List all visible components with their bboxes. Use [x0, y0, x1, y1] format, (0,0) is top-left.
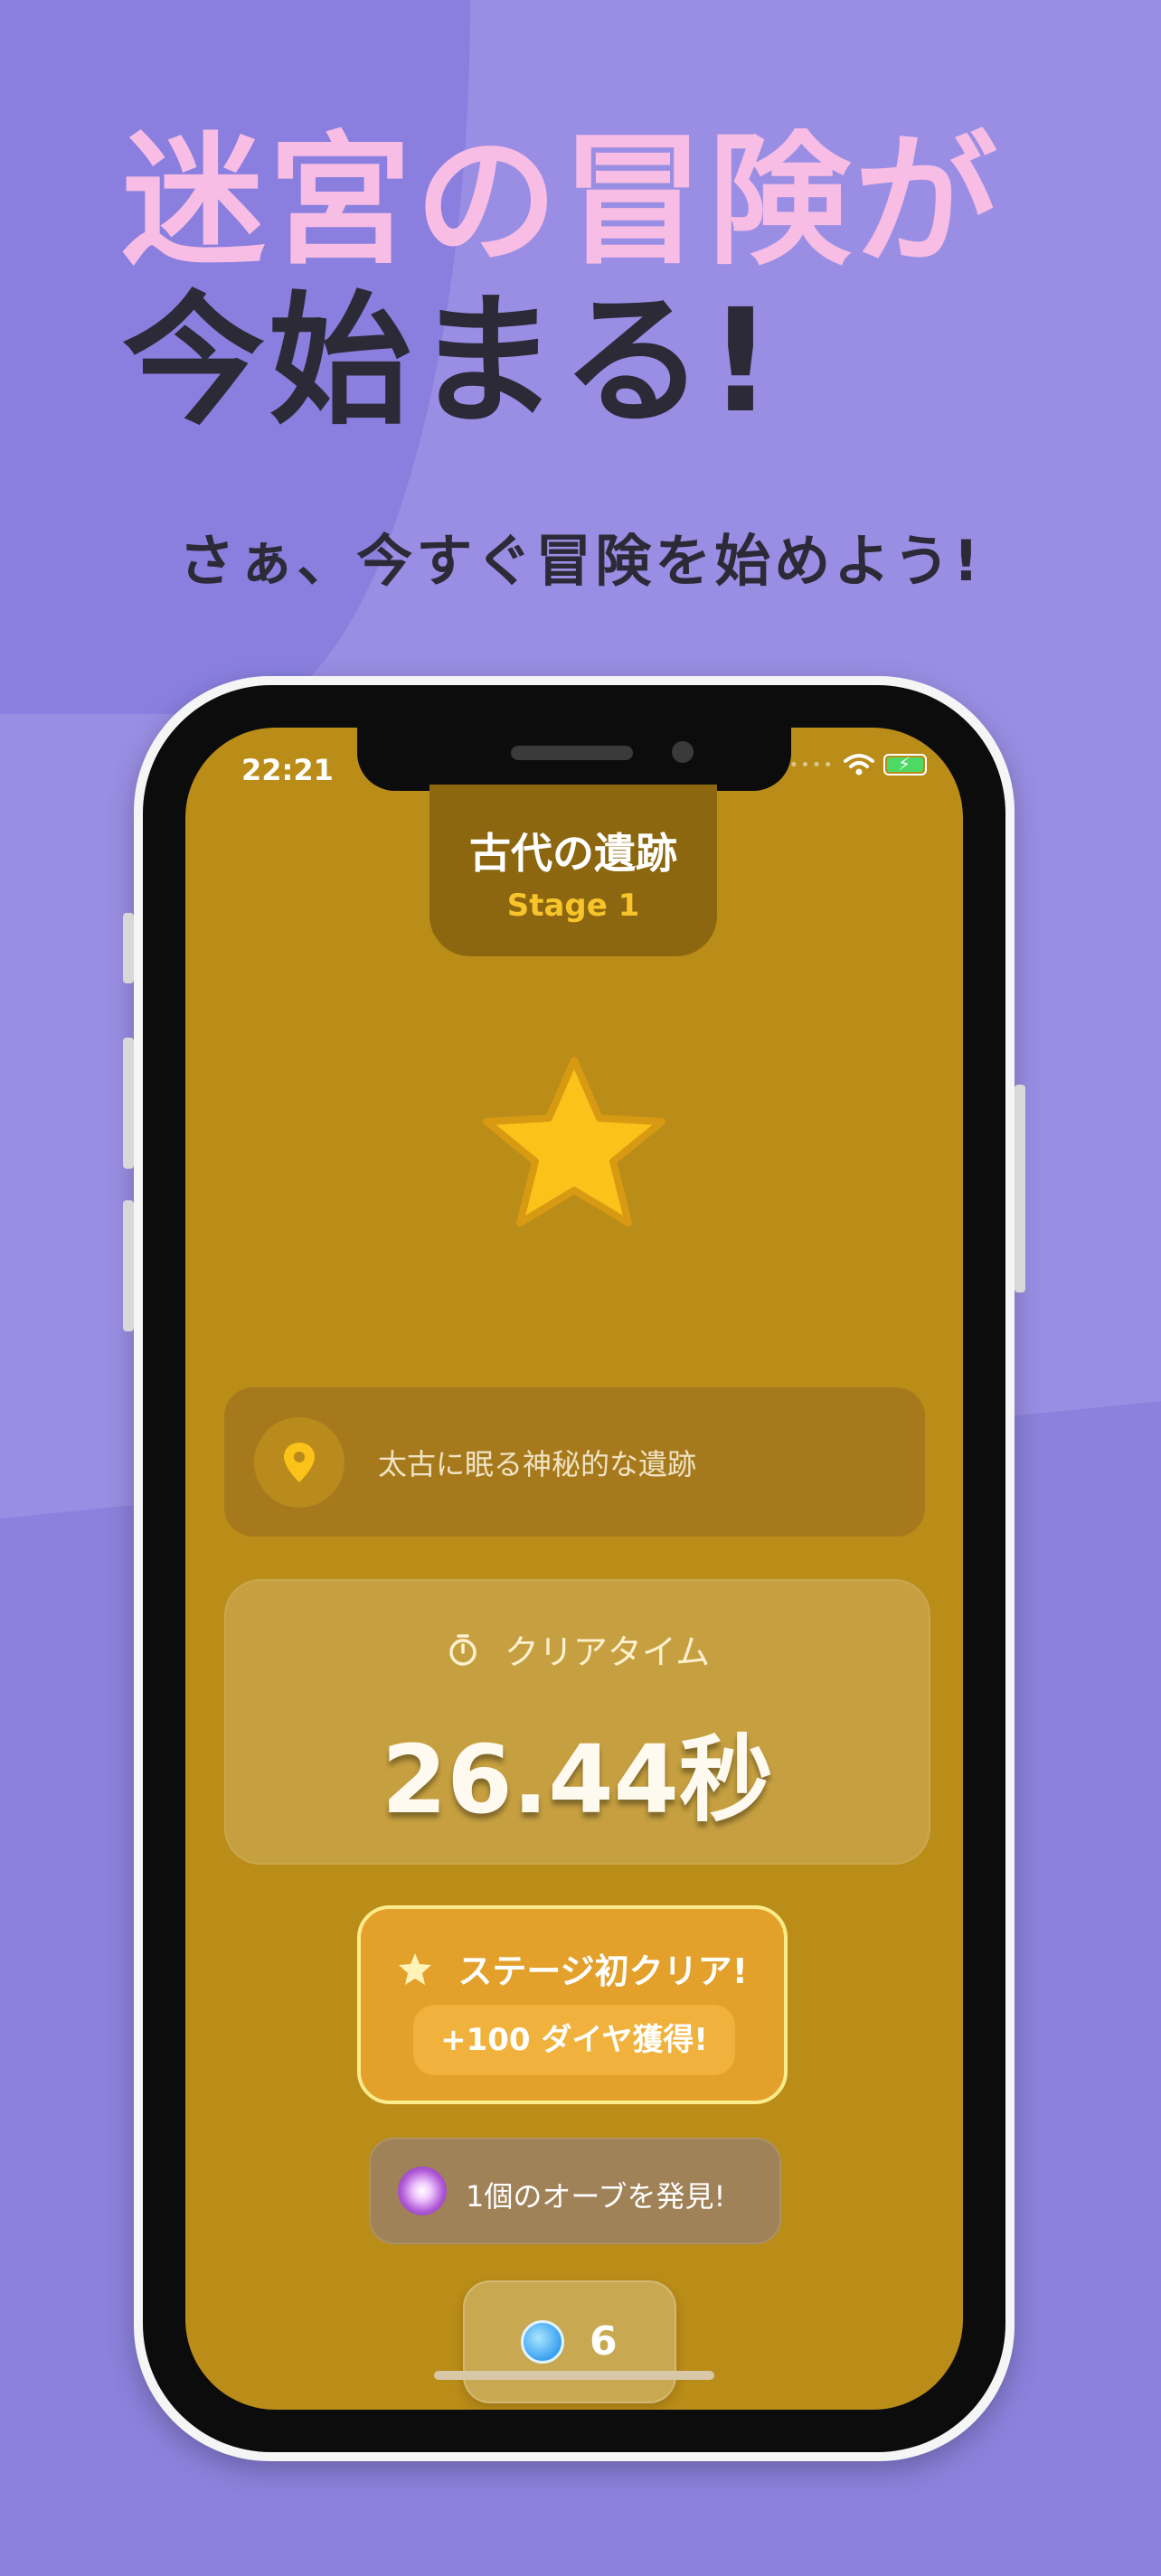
stopwatch-icon: [449, 1633, 477, 1666]
gem-counter-button[interactable]: 6: [463, 2280, 676, 2403]
signal-icon: ••••: [788, 755, 835, 775]
hero-heading: 迷宮の冒険が 今始まる!: [122, 122, 1001, 442]
orb-icon: [398, 2167, 447, 2215]
phone-mute-switch: [123, 913, 134, 983]
phone-power-button: [1015, 1085, 1025, 1293]
map-pin-icon: [284, 1443, 315, 1482]
orb-found-card: 1個のオーブを発見!: [369, 2138, 781, 2244]
hero-line-1: 迷宮の冒険が: [122, 118, 1001, 285]
orb-found-text: 1個のオーブを発見!: [466, 2179, 726, 2214]
phone-volume-up: [123, 1038, 134, 1169]
reward-title: ステージ初クリア!: [458, 1951, 748, 1991]
speaker-grille: [511, 746, 633, 760]
location-description: 太古に眠る神秘的な遺跡: [378, 1447, 697, 1481]
reward-header: ステージ初クリア!: [361, 1943, 784, 1993]
stage-name: 古代の遺跡: [469, 829, 677, 878]
gem-icon: [521, 2320, 564, 2364]
location-icon-badge: [254, 1417, 345, 1508]
camera-icon: [672, 741, 694, 763]
gem-count: 6: [590, 2318, 618, 2364]
battery-icon: ⚡: [883, 753, 927, 776]
phone-screen: 22:21 •••• ⚡ 古代の遺跡 Stage 1 太古に眠る神秘的な遺跡 ク…: [185, 728, 963, 2410]
home-indicator[interactable]: [434, 2371, 714, 2380]
star-icon: [399, 1952, 432, 1985]
phone-notch: [357, 728, 791, 791]
location-card: 太古に眠る神秘的な遺跡: [224, 1387, 925, 1537]
hero-subtitle: さぁ、今すぐ冒険を始めよう!: [178, 528, 983, 594]
reward-bonus: +100 ダイヤ獲得!: [413, 2005, 735, 2075]
wifi-icon: [844, 754, 874, 776]
first-clear-reward-card: ステージ初クリア! +100 ダイヤ獲得!: [357, 1905, 788, 2104]
status-indicators: •••• ⚡: [789, 753, 927, 776]
hero-line-2: 今始まる!: [122, 277, 778, 445]
stage-number: Stage 1: [506, 888, 640, 924]
phone-volume-down: [123, 1200, 134, 1331]
phone-frame: 22:21 •••• ⚡ 古代の遺跡 Stage 1 太古に眠る神秘的な遺跡 ク…: [123, 676, 1025, 2461]
stage-header: 古代の遺跡 Stage 1: [429, 785, 717, 956]
clear-time-header: クリアタイム: [226, 1624, 929, 1674]
clear-time-value: 26.44秒: [382, 1725, 773, 1835]
clear-time-card: クリアタイム 26.44秒: [224, 1579, 930, 1865]
clear-time-label: クリアタイム: [504, 1632, 711, 1672]
status-time: 22:21: [241, 753, 334, 787]
star-rating-icon: [483, 1057, 665, 1227]
